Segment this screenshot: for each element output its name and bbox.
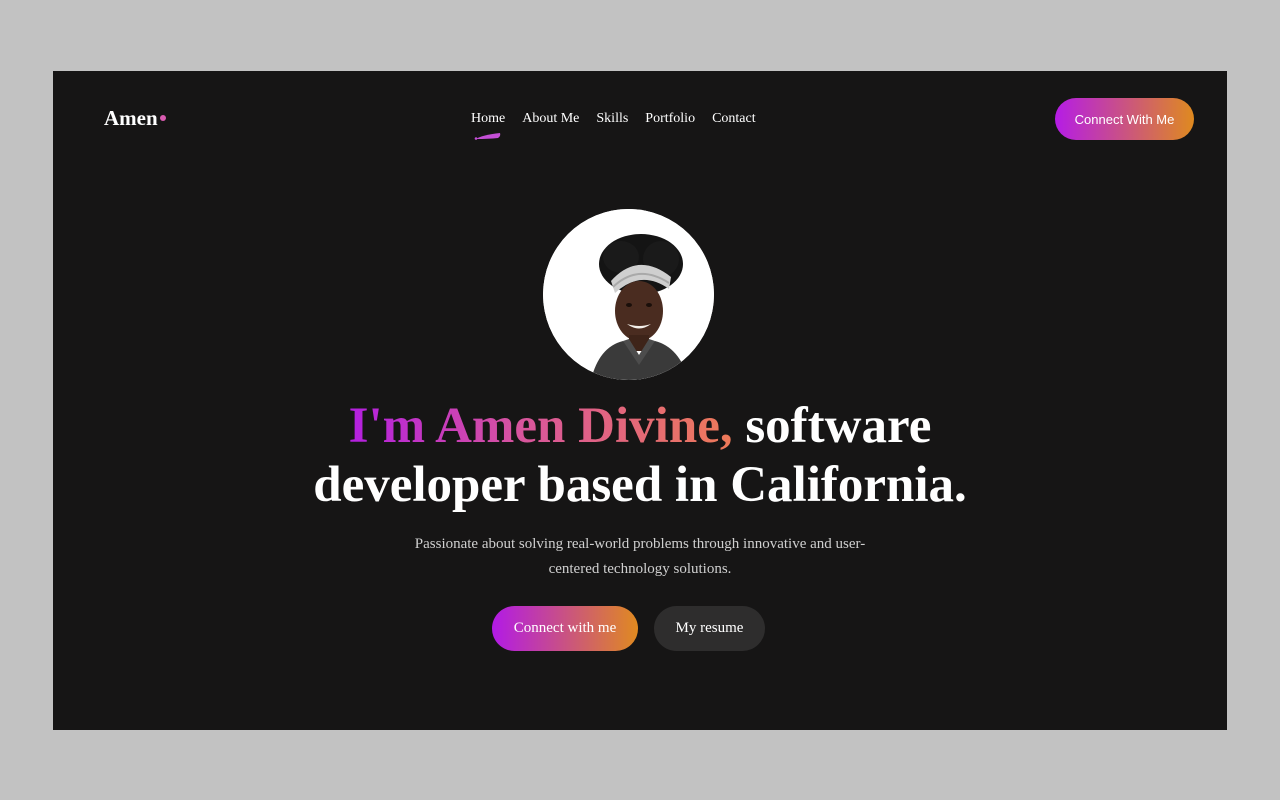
headline-part-2: developer based in California. (313, 457, 967, 513)
headline-part-1: software (732, 398, 932, 454)
hero-subtitle: Passionate about solving real-world prob… (414, 536, 866, 577)
active-nav-underline-icon (474, 133, 501, 140)
my-resume-button[interactable]: My resume (654, 606, 765, 651)
nav-about-me[interactable]: About Me (522, 109, 579, 131)
nav-skills[interactable]: Skills (596, 109, 628, 131)
header-connect-button[interactable]: Connect With Me (1055, 98, 1194, 140)
hero-headline: I'm Amen Divine, software developer base… (240, 397, 1040, 515)
connect-with-me-button[interactable]: Connect with me (492, 606, 638, 651)
main-nav: Home About Me Skills Portfolio Contact (471, 109, 756, 131)
avatar (543, 209, 714, 380)
portfolio-page: Amen Home About Me Skills Portfolio Cont… (53, 71, 1227, 730)
nav-home[interactable]: Home (471, 109, 505, 131)
headline-highlight: I'm Amen Divine, (348, 398, 733, 454)
brand-logo[interactable]: Amen (104, 106, 158, 130)
nav-contact[interactable]: Contact (712, 109, 756, 131)
brand-dot-icon (160, 115, 166, 121)
nav-portfolio[interactable]: Portfolio (645, 109, 695, 131)
profile-photo-icon (543, 209, 714, 380)
